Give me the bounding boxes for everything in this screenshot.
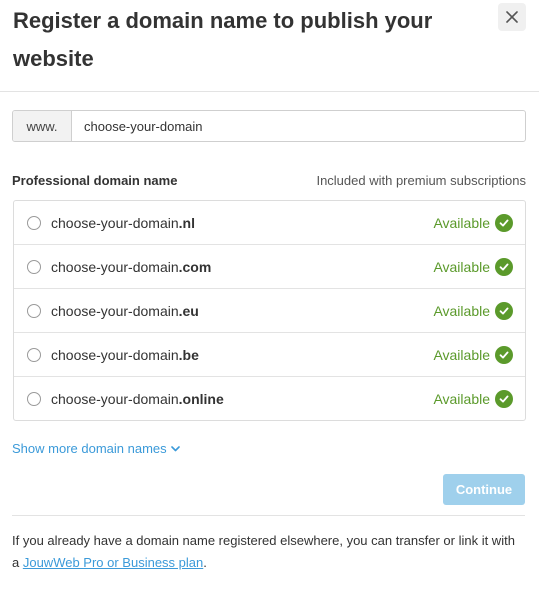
availability: Available [433, 389, 513, 408]
radio-button[interactable] [27, 391, 41, 406]
domain-input-group: www. [12, 110, 526, 142]
availability: Available [433, 213, 513, 232]
domain-tld: .com [178, 258, 212, 275]
domain-option-eu[interactable]: choose-your-domain.eu Available [14, 289, 525, 333]
availability: Available [433, 257, 513, 276]
domain-name: choose-your-domain.be [51, 347, 199, 363]
domain-tld: .eu [178, 302, 199, 319]
domain-name: choose-your-domain.online [51, 391, 224, 407]
domain-base: choose-your-domain [51, 258, 179, 275]
availability-label: Available [433, 346, 490, 363]
check-circle-icon [495, 345, 513, 364]
domain-tld: .be [178, 346, 199, 363]
availability-label: Available [433, 390, 490, 407]
domain-list: choose-your-domain.nl Available choose-y… [13, 200, 526, 421]
domain-base: choose-your-domain [51, 302, 179, 319]
show-more-label: Show more domain names [12, 441, 167, 456]
domain-tld: .nl [178, 214, 195, 231]
check-circle-icon [495, 257, 513, 276]
domain-base: choose-your-domain [51, 346, 179, 363]
domain-option-nl[interactable]: choose-your-domain.nl Available [14, 201, 525, 245]
availability: Available [433, 301, 513, 320]
header-divider [0, 91, 539, 92]
check-circle-icon [495, 389, 513, 408]
radio-button[interactable] [27, 347, 41, 362]
close-button[interactable] [498, 3, 526, 31]
domain-option-com[interactable]: choose-your-domain.com Available [14, 245, 525, 289]
radio-button[interactable] [27, 259, 41, 274]
domain-prefix: www. [13, 111, 72, 141]
availability-label: Available [433, 302, 490, 319]
domain-base: choose-your-domain [51, 390, 179, 407]
footer-divider [12, 515, 525, 516]
premium-note: Included with premium subscriptions [316, 172, 526, 188]
domain-name: choose-your-domain.com [51, 259, 211, 275]
availability-label: Available [433, 214, 490, 231]
professional-domain-header: Professional domain name Included with p… [12, 171, 526, 189]
radio-button[interactable] [27, 303, 41, 318]
dialog-title: Register a domain name to publish your w… [13, 8, 433, 71]
radio-button[interactable] [27, 215, 41, 230]
close-icon [506, 11, 518, 23]
availability: Available [433, 345, 513, 364]
plan-link[interactable]: JouwWeb Pro or Business plan [23, 555, 203, 570]
check-circle-icon [495, 301, 513, 320]
continue-button[interactable]: Continue [443, 474, 525, 505]
chevron-down-icon [170, 445, 180, 451]
domain-tld: .online [178, 390, 224, 407]
domain-input[interactable] [72, 111, 525, 141]
register-domain-dialog: Register a domain name to publish your w… [0, 0, 539, 597]
domain-name: choose-your-domain.nl [51, 215, 195, 231]
domain-name: choose-your-domain.eu [51, 303, 199, 319]
domain-option-online[interactable]: choose-your-domain.online Available [14, 377, 525, 420]
check-circle-icon [495, 213, 513, 232]
show-more-domains-link[interactable]: Show more domain names [12, 441, 180, 456]
availability-label: Available [433, 258, 490, 275]
transfer-note-end: . [203, 555, 207, 570]
domain-base: choose-your-domain [51, 214, 179, 231]
domain-option-be[interactable]: choose-your-domain.be Available [14, 333, 525, 377]
transfer-note: If you already have a domain name regist… [12, 530, 522, 574]
section-title: Professional domain name [12, 172, 178, 188]
